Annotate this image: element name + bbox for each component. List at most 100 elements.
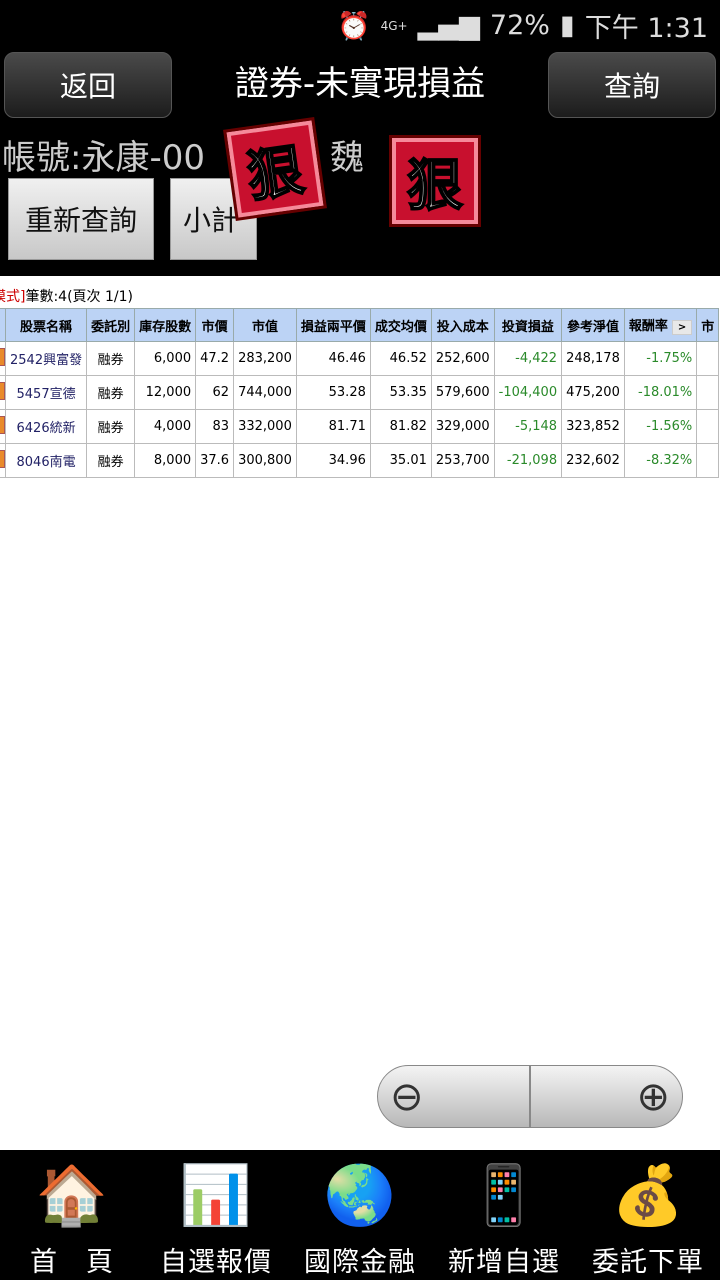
table-header: 股票名稱 委託別 庫存股數 市價 市值 損益兩平價 成交均價 投入成本 投資損益… xyxy=(0,308,720,342)
detail-icon[interactable] xyxy=(0,449,5,468)
signal-icon: ▂▄▆ xyxy=(417,10,480,41)
table-cell: -18.01% xyxy=(623,375,698,410)
nav-label: 國際金融 xyxy=(304,1247,416,1278)
table-row[interactable]: 2542興富發 融券 6,000 47.2 283,200 46.46 46.52 252,6… xyxy=(0,341,720,376)
header-cell: 股票名稱 xyxy=(4,308,88,342)
detail-icon[interactable] xyxy=(0,347,5,366)
table-cell: 475,200 xyxy=(561,375,625,410)
table-cell: -4,422 xyxy=(493,341,563,376)
clock: 下午 1:31 xyxy=(584,13,708,44)
header-label: 報酬率 xyxy=(628,319,668,334)
table-cell xyxy=(696,443,720,478)
account-number: 帳號:永康-00 xyxy=(2,138,205,178)
table-cell: -8.32% xyxy=(623,443,698,478)
nav-home[interactable]: 🏠 首 頁 xyxy=(0,1150,144,1280)
battery-icon: ▮ xyxy=(559,10,575,41)
table-cell: 46.52 xyxy=(369,341,432,376)
header-cell: 市值 xyxy=(233,308,297,342)
table-cell: 53.35 xyxy=(369,375,432,410)
table-cell: -21,098 xyxy=(493,443,563,478)
nav-label: 委託下單 xyxy=(592,1247,704,1278)
zoom-in-icon[interactable]: ⊕ xyxy=(531,1066,682,1127)
header-cell: 成交均價 xyxy=(369,308,432,342)
stock-name-link[interactable]: 6426統新 xyxy=(4,409,88,444)
unrealized-pl-table: 股票名稱 委託別 庫存股數 市價 市值 損益兩平價 成交均價 投入成本 投資損益… xyxy=(0,308,720,478)
table-cell: 12,000 xyxy=(134,375,197,410)
query-button[interactable]: 查詢 xyxy=(548,52,716,118)
table-cell: 35.01 xyxy=(369,443,432,478)
alarm-icon: ⏰ xyxy=(336,10,371,42)
record-info: 模式]筆數:4(頁次 1/1) xyxy=(0,286,133,306)
table-cell: 300,800 xyxy=(233,443,297,478)
table-cell: 47.2 xyxy=(195,341,235,376)
nav-place-order[interactable]: 💰 委託下單 xyxy=(576,1150,720,1280)
header-cell: 市 xyxy=(696,308,720,342)
table-cell: 332,000 xyxy=(233,409,297,444)
nav-label: 新增自選 xyxy=(448,1247,560,1278)
battery-label: 72% xyxy=(489,10,550,41)
top-panel: ⏰ 4G+ ▂▄▆ 72% ▮ 下午 1:31 返回 證券-未實現損益 查詢 帳… xyxy=(0,0,720,276)
table-cell: 252,600 xyxy=(430,341,495,376)
header-cell: 市價 xyxy=(195,308,235,342)
table-cell: 8,000 xyxy=(134,443,197,478)
requery-button[interactable]: 重新查詢 xyxy=(8,178,154,260)
header-cell: 損益兩平價 xyxy=(295,308,371,342)
stock-name-link[interactable]: 8046南電 xyxy=(4,443,88,478)
table-cell: -1.56% xyxy=(623,409,698,444)
bottom-nav: 🏠 首 頁 📊 自選報價 🌏 國際金融 📱 新增自選 💰 委託下單 xyxy=(0,1150,720,1280)
table-row[interactable]: 5457宣德 融券 12,000 62 744,000 53.28 53.35 579,600… xyxy=(0,375,720,410)
table-cell: 329,000 xyxy=(430,409,495,444)
status-bar: ⏰ 4G+ ▂▄▆ 72% ▮ 下午 1:31 xyxy=(337,6,708,45)
table-cell: 232,602 xyxy=(561,443,625,478)
table-cell: 744,000 xyxy=(233,375,297,410)
table-cell: 融券 xyxy=(86,409,136,444)
account-name: 魏 xyxy=(330,138,364,178)
table-cell: 4,000 xyxy=(134,409,197,444)
header-cell: 投資損益 xyxy=(493,308,563,342)
table-cell: -5,148 xyxy=(493,409,563,444)
stamp-overlay: 狠 xyxy=(223,117,327,221)
nav-add-watchlist[interactable]: 📱 新增自選 xyxy=(432,1150,576,1280)
table-cell: 46.46 xyxy=(295,341,371,376)
network-label: 4G+ xyxy=(380,18,408,33)
nav-label: 自選報價 xyxy=(160,1247,272,1278)
chart-icon: 📊 xyxy=(179,1160,253,1229)
detail-icon[interactable] xyxy=(0,415,5,434)
back-button[interactable]: 返回 xyxy=(4,52,172,118)
header-cell: 庫存股數 xyxy=(134,308,197,342)
table-cell xyxy=(696,375,720,410)
table-cell: -1.75% xyxy=(623,341,698,376)
table-cell: -104,400 xyxy=(493,375,563,410)
next-columns-button[interactable]: > xyxy=(671,320,693,335)
table-cell: 283,200 xyxy=(233,341,297,376)
table-cell: 62 xyxy=(195,375,235,410)
table-cell xyxy=(696,409,720,444)
zoom-out-icon[interactable]: ⊖ xyxy=(378,1066,531,1127)
table-cell: 融券 xyxy=(86,375,136,410)
table-cell: 融券 xyxy=(86,341,136,376)
stock-name-link[interactable]: 5457宣德 xyxy=(4,375,88,410)
table-cell: 融券 xyxy=(86,443,136,478)
home-icon: 🏠 xyxy=(35,1160,109,1229)
table-cell: 53.28 xyxy=(295,375,371,410)
globe-icon: 🌏 xyxy=(323,1160,397,1229)
nav-watchlist-quotes[interactable]: 📊 自選報價 xyxy=(144,1150,288,1280)
page-title: 證券-未實現損益 xyxy=(234,64,486,104)
table-row[interactable]: 8046南電 融券 8,000 37.6 300,800 34.96 35.01 253,70… xyxy=(0,443,720,478)
stock-name-link[interactable]: 2542興富發 xyxy=(4,341,88,376)
table-cell: 37.6 xyxy=(195,443,235,478)
stamp-overlay: 狠 xyxy=(389,135,481,227)
nav-international[interactable]: 🌏 國際金融 xyxy=(288,1150,432,1280)
mode-link[interactable]: 模式] xyxy=(0,289,25,305)
table-cell: 81.82 xyxy=(369,409,432,444)
table-cell: 323,852 xyxy=(561,409,625,444)
table-row[interactable]: 6426統新 融券 4,000 83 332,000 81.71 81.82 329,000-… xyxy=(0,409,720,444)
header-cell: 投入成本 xyxy=(430,308,495,342)
table-cell: 34.96 xyxy=(295,443,371,478)
coins-icon: 💰 xyxy=(611,1160,685,1229)
table-cell: 6,000 xyxy=(134,341,197,376)
detail-icon[interactable] xyxy=(0,381,5,400)
table-cell: 579,600 xyxy=(430,375,495,410)
table-cell: 253,700 xyxy=(430,443,495,478)
table-cell xyxy=(696,341,720,376)
